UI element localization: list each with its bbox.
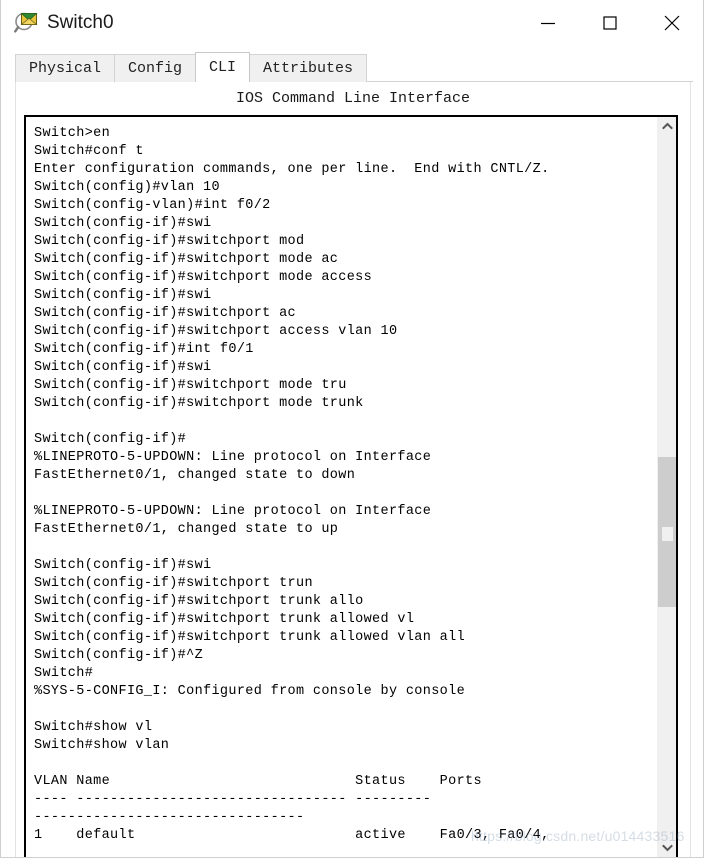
scroll-down-arrow-icon[interactable] — [658, 838, 676, 857]
terminal-line: Switch#conf t — [34, 144, 144, 159]
terminal-scrollbar[interactable] — [657, 117, 676, 857]
terminal-line: Switch(config)#vlan 10 — [34, 180, 220, 195]
close-button[interactable] — [641, 0, 703, 46]
terminal-line: Switch(config-if)# — [34, 432, 187, 447]
terminal-line: Switch(config-if)#switchport mode trunk — [34, 396, 364, 411]
terminal-line: Switch(config-if)#switchport mode access — [34, 270, 373, 285]
terminal-line: FastEthernet0/1, changed state to up — [34, 522, 339, 537]
terminal-line: -------------------------------- — [34, 810, 305, 825]
tab-strip-filler — [366, 54, 693, 82]
terminal-line: Switch(config-if)#switchport access vlan… — [34, 324, 398, 339]
terminal-line: Switch>en — [34, 126, 111, 141]
terminal-line: Switch#show vlan — [34, 738, 170, 753]
terminal-output[interactable]: Switch>en Switch#conf t Enter configuratio… — [26, 117, 657, 857]
terminal-line: Switch(config-if)#swi — [34, 216, 212, 231]
terminal-line: ---- -------------------------------- --… — [34, 792, 432, 807]
title-bar: Switch0 — [1, 0, 703, 46]
scrollbar-thumb[interactable] — [658, 457, 676, 607]
terminal-line: Switch(config-if)#switchport ac — [34, 306, 296, 321]
tab-cli[interactable]: CLI — [195, 52, 251, 82]
terminal-line: Switch(config-if)#switchport trunk allow… — [34, 612, 415, 627]
terminal-line: Switch(config-if)#swi — [34, 360, 212, 375]
scrollbar-thumb-grip — [662, 527, 673, 541]
tab-strip: Physical Config CLI Attributes — [15, 52, 693, 82]
terminal-line: Switch(config-if)#switchport mode ac — [34, 252, 339, 267]
terminal-line: Switch(config-if)#switchport trunk allo — [34, 594, 364, 609]
terminal-line: 1 default active Fa0/3, Fa0/4, — [34, 828, 550, 843]
packet-tracer-device-icon — [13, 10, 39, 36]
terminal-line: Switch(config-if)#swi — [34, 288, 212, 303]
terminal-line: Switch(config-if)#switchport trunk allow… — [34, 630, 466, 645]
terminal-line: %LINEPROTO-5-UPDOWN: Line protocol on In… — [34, 504, 432, 519]
window-controls — [517, 0, 703, 46]
switch0-window: Switch0 Physical Config CLI Attributes I… — [0, 0, 704, 858]
terminal-line: Switch# — [34, 666, 94, 681]
tab-physical[interactable]: Physical — [15, 54, 116, 82]
terminal-line: Switch(config-vlan)#int f0/2 — [34, 198, 271, 213]
minimize-button[interactable] — [517, 0, 579, 46]
terminal[interactable]: Switch>en Switch#conf t Enter configuratio… — [24, 115, 678, 857]
terminal-line: Switch(config-if)#^Z — [34, 648, 204, 663]
scroll-up-arrow-icon[interactable] — [658, 117, 676, 136]
terminal-line: Switch(config-if)#switchport mode tru — [34, 378, 347, 393]
terminal-line: Switch(config-if)#switchport trun — [34, 576, 313, 591]
terminal-line: Switch(config-if)#int f0/1 — [34, 342, 254, 357]
terminal-line: VLAN Name Status Ports — [34, 774, 482, 789]
terminal-line: Enter configuration commands, one per li… — [34, 162, 550, 177]
terminal-line: %LINEPROTO-5-UPDOWN: Line protocol on In… — [34, 450, 432, 465]
maximize-button[interactable] — [579, 0, 641, 46]
window-title: Switch0 — [47, 12, 114, 33]
cli-panel: IOS Command Line Interface Switch>en Swit… — [15, 82, 691, 857]
title-bar-left: Switch0 — [1, 10, 114, 36]
tab-attributes[interactable]: Attributes — [249, 54, 368, 82]
tab-config[interactable]: Config — [114, 54, 197, 82]
terminal-line: Switch(config-if)#switchport mod — [34, 234, 305, 249]
tab-strip-container: Physical Config CLI Attributes — [1, 46, 703, 82]
panel-heading: IOS Command Line Interface — [235, 90, 471, 107]
terminal-line: FastEthernet0/1, changed state to down — [34, 468, 356, 483]
terminal-line: %SYS-5-CONFIG_I: Configured from console… — [34, 684, 466, 699]
terminal-line: Switch#show vl — [34, 720, 153, 735]
terminal-line: Switch(config-if)#swi — [34, 558, 212, 573]
